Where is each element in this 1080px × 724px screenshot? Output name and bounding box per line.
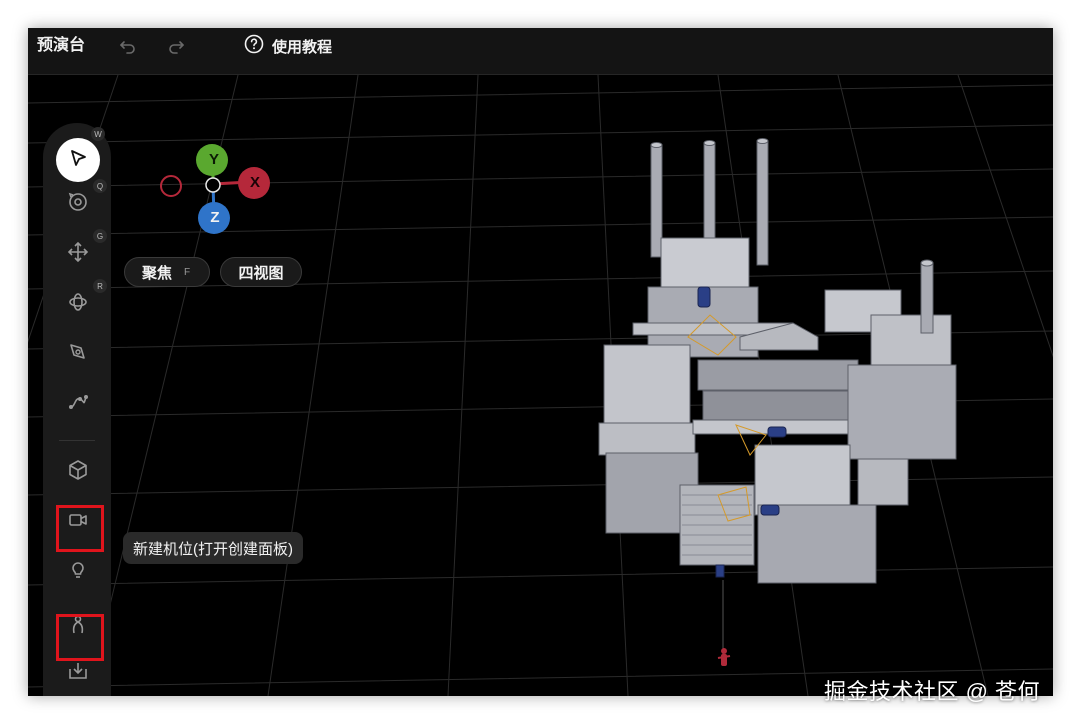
- shortcut-g: G: [93, 229, 107, 243]
- cursor-arrow-icon: [68, 148, 88, 173]
- focus-shortcut-key: F: [184, 266, 191, 278]
- tool-orbit[interactable]: [61, 187, 95, 221]
- tool-object[interactable]: [61, 455, 95, 489]
- help-tutorial-button[interactable]: 使用教程: [244, 34, 332, 58]
- axis-y-label: Y: [208, 151, 219, 168]
- axis-x-label: X: [249, 174, 260, 191]
- rotate-icon: [67, 291, 89, 318]
- four-view-button[interactable]: 四视图: [220, 257, 302, 287]
- tool-pen[interactable]: [61, 337, 95, 371]
- question-icon: [244, 34, 264, 58]
- watermark: 掘金技术社区 @ 苍何: [824, 679, 1041, 704]
- four-view-label: 四视图: [238, 264, 284, 282]
- shortcut-w: W: [91, 127, 105, 141]
- help-label: 使用教程: [272, 38, 333, 56]
- 3d-viewport[interactable]: Y X Z 聚焦 F 四视图 W Q G R 新建机位(打开创建面板): [28, 75, 1053, 696]
- tool-path[interactable]: [61, 387, 95, 421]
- app-window: 预演台 使用教程 Y X Z 聚焦 F 四视图 W Q G R 新建机位(打开创…: [28, 28, 1053, 696]
- tool-sidebar: W Q G R: [43, 123, 111, 696]
- shortcut-q: Q: [93, 179, 107, 193]
- tool-select[interactable]: [56, 138, 100, 182]
- top-bar: 预演台 使用教程: [28, 28, 1053, 75]
- undo-icon[interactable]: [118, 36, 138, 56]
- new-camera-tooltip: 新建机位(打开创建面板): [123, 532, 303, 564]
- tool-rotate[interactable]: [61, 287, 95, 321]
- tool-move[interactable]: [61, 237, 95, 271]
- axis-z-label: Z: [210, 209, 220, 226]
- toolbar-divider: [59, 440, 95, 441]
- cube-icon: [67, 459, 89, 486]
- tool-import[interactable]: [61, 656, 95, 690]
- highlight-actor-tool: [56, 614, 104, 661]
- shortcut-r: R: [93, 279, 107, 293]
- focus-button[interactable]: 聚焦 F: [124, 257, 210, 287]
- focus-label: 聚焦: [142, 264, 173, 282]
- app-title: 预演台: [37, 37, 86, 54]
- redo-icon[interactable]: [166, 36, 186, 56]
- pen-icon: [67, 341, 89, 368]
- path-nodes-icon: [67, 391, 89, 418]
- download-tray-icon: [67, 660, 89, 687]
- orbit-icon: [67, 191, 89, 218]
- tool-light[interactable]: [61, 555, 95, 589]
- move-arrows-icon: [67, 241, 89, 268]
- lightbulb-icon: [67, 559, 89, 586]
- highlight-camera-tool: [56, 505, 104, 552]
